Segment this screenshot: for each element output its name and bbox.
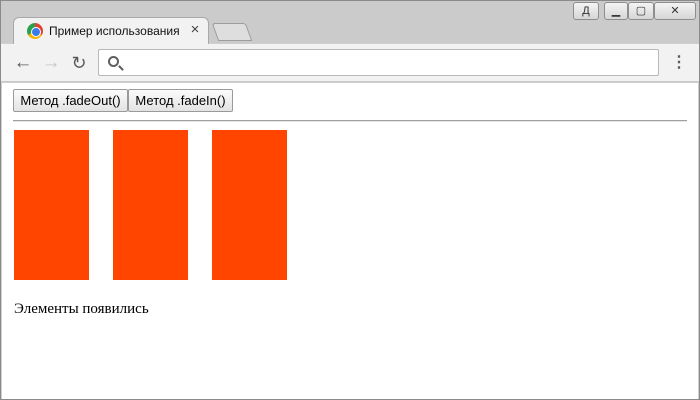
browser-toolbar: ← → ↻ ⋮ (1, 44, 699, 82)
address-bar[interactable] (98, 49, 659, 76)
chrome-icon (27, 23, 43, 39)
tab-active[interactable]: Пример использования jQuery × (13, 17, 209, 44)
tab-title: Пример использования jQuery (49, 24, 179, 38)
reload-icon[interactable]: ↻ (67, 51, 91, 75)
window-close-button[interactable]: ✕ (654, 2, 696, 20)
divider (13, 120, 687, 122)
profile-button[interactable]: Д (573, 2, 599, 20)
tab-strip: Пример использования jQuery × Д ▁ ▢ ✕ (1, 1, 699, 44)
menu-icon[interactable]: ⋮ (671, 53, 687, 73)
address-input[interactable] (127, 54, 647, 72)
orange-box (113, 130, 188, 280)
orange-box (14, 130, 89, 280)
tab-close-icon[interactable]: × (188, 22, 202, 38)
minimize-button[interactable]: ▁ (604, 2, 628, 20)
new-tab-button[interactable] (211, 23, 253, 41)
status-text: Элементы появились (14, 301, 149, 317)
search-icon (108, 56, 119, 67)
back-icon[interactable]: ← (11, 51, 35, 75)
orange-box (212, 130, 287, 280)
fadeout-button[interactable]: Метод .fadeOut() (13, 89, 128, 112)
forward-icon[interactable]: → (39, 51, 63, 75)
fadein-button[interactable]: Метод .fadeIn() (128, 89, 233, 112)
page-content: Метод .fadeOut() Метод .fadeIn() Элемент… (2, 83, 698, 399)
browser-window: Пример использования jQuery × Д ▁ ▢ ✕ ← … (0, 0, 700, 400)
maximize-button[interactable]: ▢ (628, 2, 654, 20)
